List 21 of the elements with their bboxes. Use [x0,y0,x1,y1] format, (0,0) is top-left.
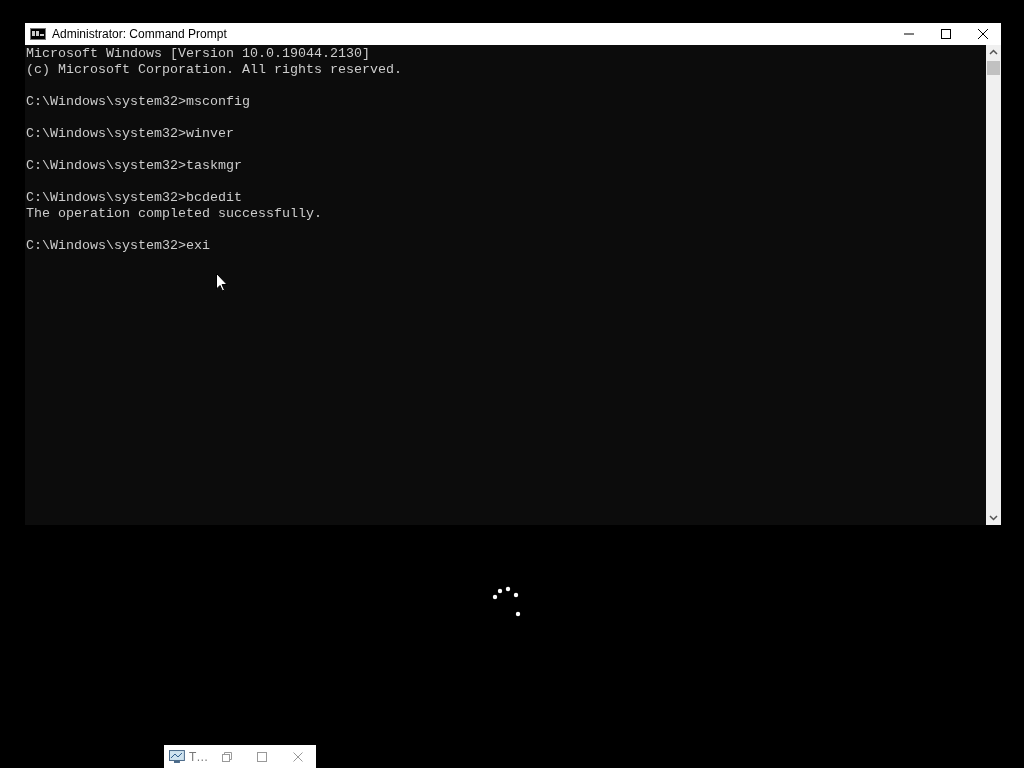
minimized-window[interactable]: T… [164,745,316,768]
console-line: Microsoft Windows [Version 10.0.19044.2130] [26,46,370,62]
restore-icon[interactable] [221,751,232,762]
console-line: C:\Windows\system32>winver [26,126,234,142]
console-icon [30,28,46,40]
console-line: C:\Windows\system32>msconfig [26,94,250,110]
console-line: C:\Windows\system32>bcdedit [26,190,242,206]
monitor-icon [169,749,185,764]
close-icon[interactable] [976,28,989,40]
scrollbar[interactable] [986,45,1001,525]
maximize-icon[interactable] [939,28,952,40]
scrollbar-thumb[interactable] [987,61,1000,75]
window-title: Administrator: Command Prompt [52,27,227,41]
scroll-up-icon[interactable] [989,49,998,55]
console-line: The operation completed successfully. [26,206,322,222]
minimized-window-title: T… [188,749,209,764]
mouse-pointer-icon [216,273,228,292]
console-line: C:\Windows\system32>exi [26,238,210,254]
scroll-down-icon[interactable] [989,515,998,521]
console-line: (c) Microsoft Corporation. All rights reserved. [26,62,402,78]
console-line: C:\Windows\system32>taskmgr [26,158,242,174]
